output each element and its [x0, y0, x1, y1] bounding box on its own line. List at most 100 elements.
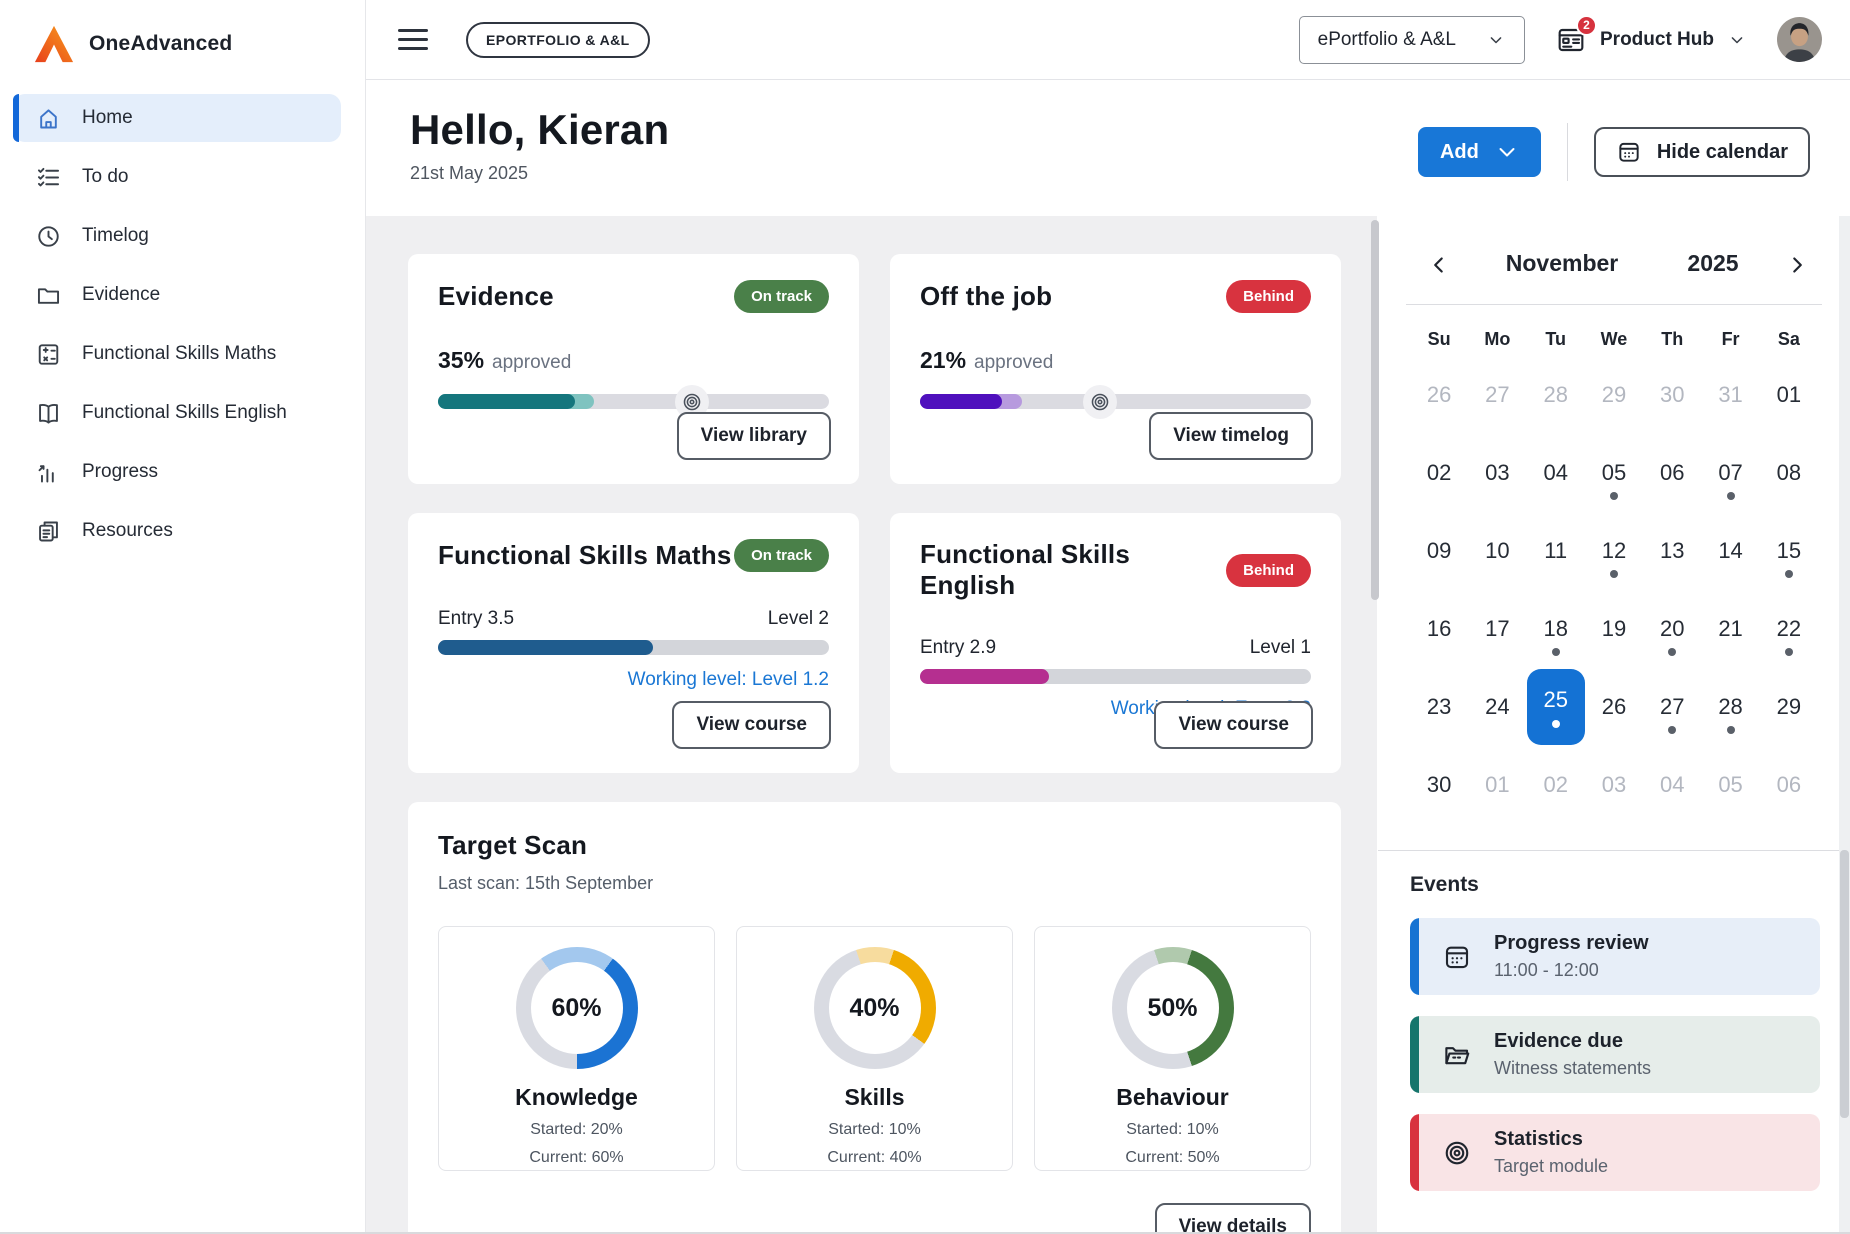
- card-header: Off the jobBehind: [920, 280, 1311, 313]
- hide-calendar-button[interactable]: Hide calendar: [1594, 127, 1810, 177]
- calendar-day[interactable]: 16: [1410, 590, 1468, 668]
- calendar-month[interactable]: November: [1472, 250, 1652, 277]
- donut-card-skills: 40%SkillsStarted: 10%Current: 40%: [736, 926, 1013, 1171]
- calendar-day[interactable]: 21: [1701, 590, 1759, 668]
- sidebar-item-label: Functional Skills English: [82, 402, 287, 424]
- calendar-day[interactable]: 26: [1585, 668, 1643, 746]
- page-scrollbar-thumb[interactable]: [1840, 850, 1849, 1118]
- calendar-day[interactable]: 03: [1468, 434, 1526, 512]
- hide-calendar-label: Hide calendar: [1657, 141, 1788, 164]
- calendar-day[interactable]: 08: [1760, 434, 1818, 512]
- event-title: Evidence due: [1494, 1030, 1651, 1053]
- calendar-day[interactable]: 11: [1527, 512, 1585, 590]
- day-number: 13: [1660, 538, 1684, 564]
- calendar-day-selected[interactable]: 25: [1527, 669, 1585, 745]
- calendar-day[interactable]: 27: [1468, 356, 1526, 434]
- calendar-day[interactable]: 04: [1643, 746, 1701, 824]
- product-hub-button[interactable]: 2 Product Hub: [1555, 24, 1747, 56]
- calendar-day[interactable]: 28: [1527, 356, 1585, 434]
- event-statistics[interactable]: StatisticsTarget module: [1410, 1114, 1820, 1191]
- calendar-weekdays: SuMoTuWeThFrSa: [1410, 329, 1818, 350]
- calendar-day[interactable]: 27: [1643, 668, 1701, 746]
- calendar-day[interactable]: 30: [1643, 356, 1701, 434]
- sidebar-item-home[interactable]: Home: [13, 94, 341, 142]
- calendar-day[interactable]: 03: [1585, 746, 1643, 824]
- event-progress-review[interactable]: Progress review11:00 - 12:00: [1410, 918, 1820, 995]
- calendar-day[interactable]: 31: [1701, 356, 1759, 434]
- calendar-day[interactable]: 22: [1760, 590, 1818, 668]
- sidebar-item-label: Home: [82, 107, 133, 129]
- day-number: 09: [1427, 538, 1451, 564]
- workspace-selector[interactable]: ePortfolio & A&L: [1299, 16, 1525, 64]
- calendar-day[interactable]: 28: [1701, 668, 1759, 746]
- weekday-label: Mo: [1468, 329, 1526, 350]
- calendar-day[interactable]: 23: [1410, 668, 1468, 746]
- card-header: EvidenceOn track: [438, 280, 829, 313]
- menu-icon[interactable]: [398, 29, 428, 50]
- calendar-day[interactable]: 14: [1701, 512, 1759, 590]
- calendar-day[interactable]: 18: [1527, 590, 1585, 668]
- event-evidence-due[interactable]: Evidence dueWitness statements: [1410, 1016, 1820, 1093]
- calendar-day[interactable]: 06: [1760, 746, 1818, 824]
- calendar-day[interactable]: 09: [1410, 512, 1468, 590]
- sidebar-item-timelog[interactable]: Timelog: [13, 212, 341, 260]
- calendar-day[interactable]: 06: [1643, 434, 1701, 512]
- hero: Hello, Kieran 21st May 2025 Add Hide cal…: [366, 80, 1850, 216]
- calendar-day[interactable]: 29: [1585, 356, 1643, 434]
- event-title: Statistics: [1494, 1128, 1608, 1151]
- sidebar-item-progress[interactable]: Progress: [13, 448, 341, 496]
- calendar-day[interactable]: 05: [1701, 746, 1759, 824]
- working-level-link[interactable]: Working level: Level 1.2: [438, 669, 829, 691]
- calendar-day[interactable]: 24: [1468, 668, 1526, 746]
- calendar-day[interactable]: 02: [1527, 746, 1585, 824]
- card-title: Target Scan: [438, 830, 1311, 861]
- avatar[interactable]: [1777, 17, 1822, 62]
- day-number: 26: [1427, 382, 1451, 408]
- add-button[interactable]: Add: [1418, 127, 1541, 177]
- card-functional-skills-english: Functional Skills EnglishBehindEntry 2.9…: [890, 513, 1341, 773]
- calendar-day[interactable]: 17: [1468, 590, 1526, 668]
- donut-current: Current: 40%: [827, 1149, 921, 1167]
- calendar-day[interactable]: 07: [1701, 434, 1759, 512]
- donut-chart: 50%: [1112, 947, 1234, 1069]
- day-number: 20: [1660, 616, 1684, 642]
- view-details-button[interactable]: View details: [1155, 1203, 1311, 1234]
- sidebar-item-functional-skills-english[interactable]: Functional Skills English: [13, 389, 341, 437]
- view-button[interactable]: View timelog: [1149, 412, 1313, 460]
- page-scrollbar[interactable]: [1839, 216, 1850, 1234]
- card-actions: View course: [672, 701, 831, 749]
- workspace-selector-value: ePortfolio & A&L: [1318, 29, 1456, 51]
- view-button[interactable]: View course: [672, 701, 831, 749]
- calendar-year[interactable]: 2025: [1668, 250, 1758, 277]
- target-icon: [1442, 1138, 1472, 1168]
- calendar-day[interactable]: 02: [1410, 434, 1468, 512]
- calendar-day[interactable]: 26: [1410, 356, 1468, 434]
- card-target-scan: Target ScanLast scan: 15th September60%K…: [408, 802, 1341, 1234]
- sidebar-item-functional-skills-maths[interactable]: Functional Skills Maths: [13, 330, 341, 378]
- calendar-day[interactable]: 15: [1760, 512, 1818, 590]
- calendar-day[interactable]: 04: [1527, 434, 1585, 512]
- sidebar-item-label: Evidence: [82, 284, 160, 306]
- calendar-day[interactable]: 25: [1527, 668, 1585, 746]
- calendar-day[interactable]: 10: [1468, 512, 1526, 590]
- calendar-day[interactable]: 29: [1760, 668, 1818, 746]
- sidebar-item-evidence[interactable]: Evidence: [13, 271, 341, 319]
- sidebar-item-resources[interactable]: Resources: [13, 507, 341, 555]
- sidebar-item-label: Progress: [82, 461, 158, 483]
- view-button[interactable]: View library: [677, 412, 831, 460]
- chart-icon: [35, 459, 62, 486]
- view-button[interactable]: View course: [1154, 701, 1313, 749]
- calendar-day[interactable]: 30: [1410, 746, 1468, 824]
- calendar-day[interactable]: 01: [1468, 746, 1526, 824]
- calendar-day[interactable]: 05: [1585, 434, 1643, 512]
- chevron-right-icon[interactable]: [1784, 252, 1810, 278]
- day-number: 30: [1427, 772, 1451, 798]
- calendar-day[interactable]: 19: [1585, 590, 1643, 668]
- calendar-day[interactable]: 13: [1643, 512, 1701, 590]
- calendar-day[interactable]: 12: [1585, 512, 1643, 590]
- sidebar-item-to-do[interactable]: To do: [13, 153, 341, 201]
- calendar-day[interactable]: 20: [1643, 590, 1701, 668]
- calendar-day[interactable]: 01: [1760, 356, 1818, 434]
- main-scrollbar[interactable]: [1371, 220, 1379, 600]
- chevron-left-icon[interactable]: [1426, 252, 1452, 278]
